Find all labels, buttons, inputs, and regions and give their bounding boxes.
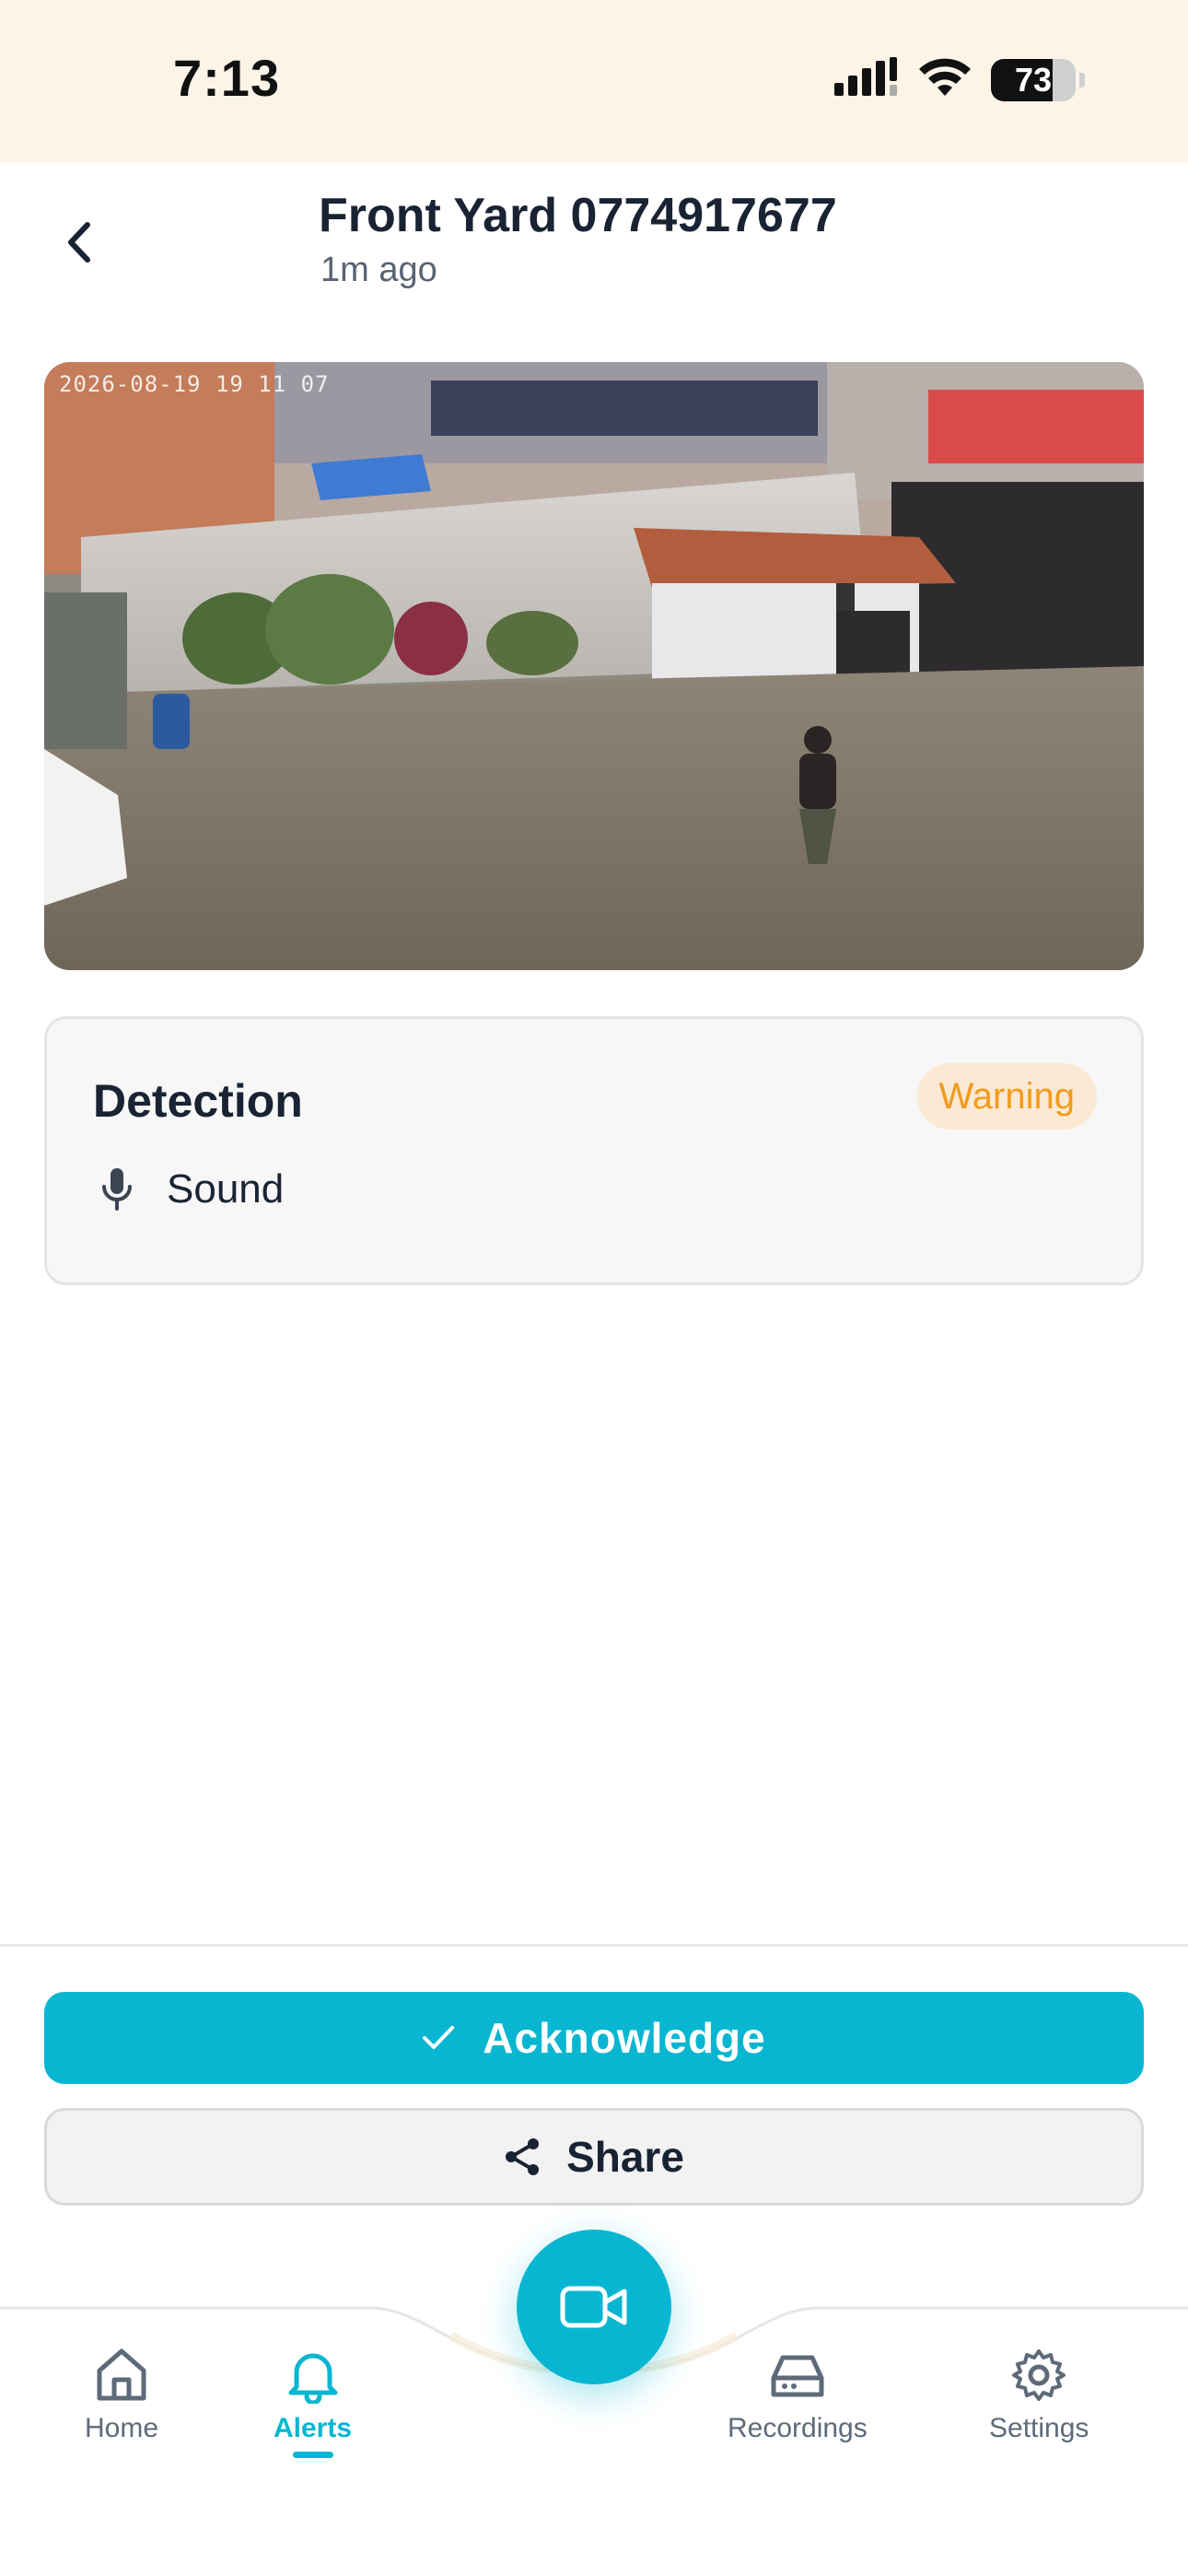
severity-badge: Warning (916, 1063, 1097, 1130)
detection-card: Detection Warning Sound (44, 1016, 1144, 1285)
home-icon (97, 2348, 146, 2401)
detection-type-row: Sound (100, 1166, 284, 1212)
acknowledge-button[interactable]: Acknowledge (44, 1992, 1144, 2084)
gear-icon (1012, 2349, 1066, 2401)
nav-home[interactable]: Home (85, 2347, 158, 2444)
nav-settings[interactable]: Settings (989, 2347, 1089, 2444)
alert-detail-screen: 7:13 73 Front Yard 0774917677 1m ago 202… (0, 0, 1188, 2576)
live-view-fab[interactable] (517, 2230, 671, 2384)
nav-home-label: Home (85, 2413, 159, 2443)
share-icon (506, 2138, 540, 2175)
nav-recordings[interactable]: Recordings (728, 2347, 868, 2444)
microphone-icon (102, 1168, 132, 1211)
snapshot-timestamp: 2026-08-19 19 11 07 (59, 371, 330, 397)
active-tab-indicator (292, 2452, 333, 2458)
checkmark-icon (423, 2026, 455, 2049)
share-button[interactable]: Share (44, 2108, 1144, 2206)
nav-alerts[interactable]: Alerts (274, 2347, 352, 2458)
detection-type-label: Sound (167, 1166, 285, 1212)
status-bar: 7:13 73 (0, 0, 1188, 162)
wifi-icon (917, 57, 973, 102)
share-label: Share (566, 2133, 684, 2181)
back-button[interactable] (52, 210, 107, 275)
alert-time-ago: 1m ago (320, 251, 437, 289)
battery-percent: 73 (1014, 60, 1053, 99)
nav-settings-label: Settings (989, 2413, 1089, 2443)
bell-icon (288, 2353, 338, 2404)
hard-drive-icon (771, 2355, 824, 2397)
status-icons: 73 (834, 57, 1085, 102)
snapshot-image (44, 362, 1144, 970)
camera-snapshot[interactable]: 2026-08-19 19 11 07 (44, 362, 1144, 970)
camera-title: Front Yard 0774917677 (319, 189, 837, 242)
nav-recordings-label: Recordings (728, 2413, 868, 2443)
battery-indicator: 73 (991, 58, 1076, 101)
status-time: 7:13 (173, 49, 281, 107)
cellular-signal-icon (834, 57, 899, 102)
battery-cap (1079, 72, 1085, 88)
actions-divider (0, 1944, 1188, 1947)
acknowledge-label: Acknowledge (483, 2014, 766, 2062)
nav-alerts-label: Alerts (274, 2413, 353, 2443)
video-camera-icon (560, 2286, 627, 2328)
chevron-left-icon (68, 222, 90, 263)
detection-title: Detection (93, 1075, 303, 1127)
